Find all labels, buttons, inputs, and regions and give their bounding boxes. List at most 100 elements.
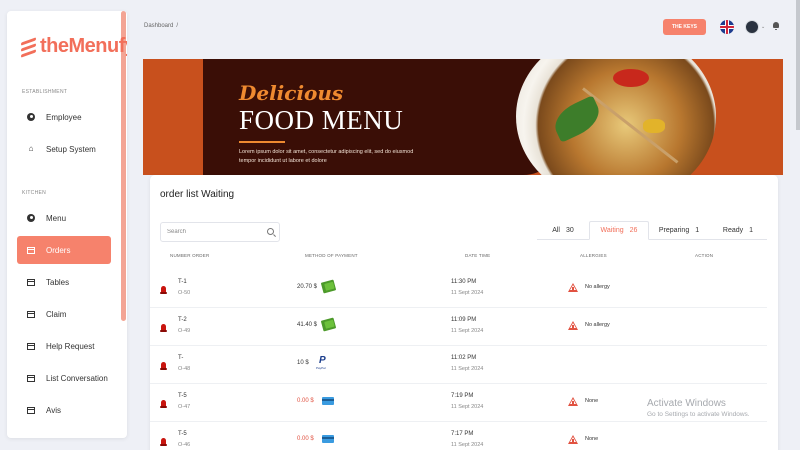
page-scrollbar[interactable] xyxy=(796,0,800,130)
table-row[interactable]: T- O-48 10 $ P PayPal 11:02 PM 11 Sept 20… xyxy=(150,346,767,384)
order-number: O-47 xyxy=(178,404,191,410)
search-icon[interactable] xyxy=(267,228,274,235)
sidebar-item-tables[interactable]: Tables xyxy=(17,268,111,296)
sidebar-item-label: Help Request xyxy=(46,341,95,351)
banner-title-script: Delicious xyxy=(239,81,344,105)
sidebar-item-menu[interactable]: Menu xyxy=(17,204,111,232)
sidebar-item-setup-system[interactable]: ⌂ Setup System xyxy=(17,135,111,163)
breadcrumb-dashboard[interactable]: Dashboard xyxy=(144,23,173,29)
table-icon xyxy=(27,310,35,318)
cash-icon xyxy=(320,279,337,294)
sidebar-item-label: Orders xyxy=(46,245,71,255)
sidebar-item-label: Setup System xyxy=(46,144,96,154)
call-bell-icon xyxy=(160,362,167,371)
order-number: O-49 xyxy=(178,328,191,334)
table-number: T-2 xyxy=(178,317,187,323)
order-amount: 10 $ xyxy=(297,360,309,366)
column-header-action: ACTION xyxy=(695,253,714,258)
table-row[interactable]: T-2 O-49 41.40 $ 11:09 PM 11 Sept 2024 N… xyxy=(150,308,767,346)
sidebar-item-label: List Conversation xyxy=(46,373,108,383)
sidebar-item-label: Tables xyxy=(46,277,70,287)
order-time: 11:30 PM xyxy=(451,279,477,285)
warning-icon xyxy=(568,321,578,330)
table-icon xyxy=(27,406,35,414)
warning-icon xyxy=(568,397,578,406)
table-header: NUMBER ORDER METHOD OF PAYMENT DATE TIME… xyxy=(160,253,767,263)
table-icon xyxy=(27,374,35,382)
search-input[interactable] xyxy=(167,229,257,235)
tab-ready[interactable]: Ready 1 xyxy=(709,221,767,240)
bell-icon[interactable] xyxy=(772,22,779,30)
order-date: 11 Sept 2024 xyxy=(451,290,484,296)
order-time: 7:17 PM xyxy=(451,431,474,437)
uk-flag-icon[interactable] xyxy=(720,20,734,34)
call-bell-icon xyxy=(160,400,167,409)
sidebar-item-label: Avis xyxy=(46,405,61,415)
card-icon xyxy=(322,435,334,443)
sidebar-item-label: Claim xyxy=(46,309,67,319)
sidebar-item-claim[interactable]: Claim xyxy=(17,300,111,328)
column-header-allergies: ALLERGIES xyxy=(580,253,607,258)
order-date: 11 Sept 2024 xyxy=(451,404,484,410)
table-number: T-5 xyxy=(178,393,187,399)
table-number: T-5 xyxy=(178,431,187,437)
column-header-payment: METHOD OF PAYMENT xyxy=(305,253,358,258)
tab-all[interactable]: All 30 xyxy=(537,221,589,240)
sidebar-item-orders[interactable]: Orders xyxy=(17,236,111,264)
column-header-number-order: NUMBER ORDER xyxy=(170,253,210,258)
table-number: T- xyxy=(178,355,184,361)
call-bell-icon xyxy=(160,286,167,295)
activate-windows-watermark: Activate Windows Go to Settings to activ… xyxy=(647,398,750,418)
home-icon: ⌂ xyxy=(28,144,34,153)
cash-icon xyxy=(320,317,337,332)
watermark-title: Activate Windows xyxy=(647,398,726,409)
paypal-icon: P PayPal xyxy=(316,355,326,370)
banner-divider xyxy=(239,141,285,143)
food-menu-banner: Delicious FOOD MENU Lorem ipsum dolor si… xyxy=(143,59,783,175)
breadcrumb: Dashboard / xyxy=(144,23,178,29)
avatar[interactable] xyxy=(745,20,759,34)
order-time: 11:09 PM xyxy=(451,317,477,323)
table-row[interactable]: T-1 O-50 20.70 $ 11:30 PM 11 Sept 2024 N… xyxy=(150,270,767,308)
allergy-text: No allergy xyxy=(585,284,610,290)
order-date: 11 Sept 2024 xyxy=(451,328,484,334)
order-amount: 41.40 $ xyxy=(297,322,318,328)
brand-name: theMenufy xyxy=(40,35,127,57)
warning-icon xyxy=(568,435,578,444)
user-icon xyxy=(27,214,35,222)
sidebar-item-avis[interactable]: Avis xyxy=(17,396,111,424)
sidebar-item-help-request[interactable]: Help Request xyxy=(17,332,111,360)
table-row[interactable]: T-5 O-46 0.00 $ 7:17 PM 11 Sept 2024 Non… xyxy=(150,422,767,450)
order-amount: 20.70 $ xyxy=(297,284,318,290)
call-bell-icon xyxy=(160,438,167,447)
order-time: 11:02 PM xyxy=(451,355,477,361)
tab-waiting[interactable]: Waiting 26 xyxy=(589,221,649,240)
allergy-text: None xyxy=(585,398,599,404)
table-icon xyxy=(27,342,35,350)
sidebar-item-label: Employee xyxy=(46,112,82,122)
search-box xyxy=(160,222,280,242)
table-icon xyxy=(27,246,35,254)
order-number: O-50 xyxy=(178,290,191,296)
brand-logo[interactable]: theMenufy xyxy=(21,35,127,58)
user-icon xyxy=(27,113,35,121)
order-number: O-48 xyxy=(178,366,191,372)
order-amount: 0.00 $ xyxy=(297,398,314,404)
sidebar-item-employee[interactable]: Employee xyxy=(17,103,111,131)
section-label-establishment: ESTABLISHMENT xyxy=(22,89,68,95)
table-number: T-1 xyxy=(178,279,187,285)
tab-preparing[interactable]: Preparing 1 xyxy=(649,221,709,240)
order-time: 7:19 PM xyxy=(451,393,474,399)
allergy-text: None xyxy=(585,436,599,442)
banner-description: Lorem ipsum dolor sit amet, consectetur … xyxy=(239,149,414,164)
order-date: 11 Sept 2024 xyxy=(451,442,484,448)
status-tabs: All 30 Waiting 26 Preparing 1 Ready 1 xyxy=(537,221,767,240)
card-icon xyxy=(322,397,334,405)
sidebar-item-list-conversation[interactable]: List Conversation xyxy=(17,364,111,392)
the-keys-button[interactable]: THE KEYS xyxy=(663,19,706,35)
sidebar-item-label: Menu xyxy=(46,213,67,223)
chevron-down-icon[interactable]: ⌄ xyxy=(761,24,765,30)
order-number: O-46 xyxy=(178,442,191,448)
sidebar: theMenufy ESTABLISHMENT Employee ⌂ Setup… xyxy=(7,11,127,438)
allergy-text: No allergy xyxy=(585,322,610,328)
